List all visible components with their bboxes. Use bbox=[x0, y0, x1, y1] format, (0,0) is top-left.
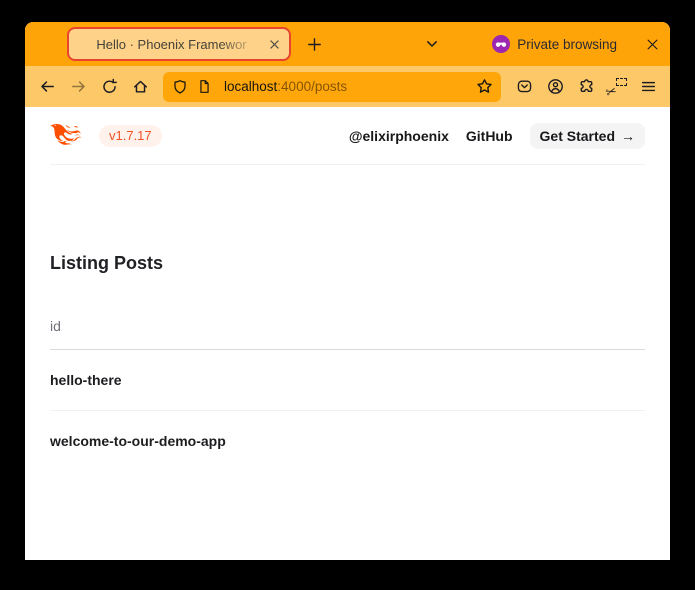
private-mask-icon bbox=[492, 35, 510, 53]
browser-window: Hello · Phoenix Framewor Private browsin… bbox=[25, 22, 670, 560]
home-button[interactable] bbox=[126, 73, 154, 101]
reload-button[interactable] bbox=[95, 73, 123, 101]
account-icon bbox=[547, 78, 564, 95]
url-host: localhost bbox=[224, 79, 277, 94]
close-icon bbox=[268, 38, 281, 51]
titlebar: Hello · Phoenix Framewor Private browsin… bbox=[25, 22, 670, 66]
puzzle-icon bbox=[578, 78, 595, 95]
posts-table: id hello-there welcome-to-our-demo-app bbox=[50, 318, 645, 471]
pocket-button[interactable] bbox=[510, 73, 538, 101]
site-info-button[interactable] bbox=[192, 74, 217, 100]
window-close-button[interactable] bbox=[638, 30, 666, 58]
version-badge: v1.7.17 bbox=[99, 125, 162, 147]
hamburger-icon bbox=[640, 78, 657, 95]
menu-button[interactable] bbox=[634, 73, 662, 101]
back-button[interactable] bbox=[33, 73, 61, 101]
column-header-id: id bbox=[50, 318, 645, 350]
phoenix-logo-link[interactable] bbox=[50, 124, 86, 148]
url-input[interactable]: localhost:4000/posts bbox=[217, 79, 472, 94]
arrow-right-icon: → bbox=[621, 128, 635, 144]
account-button[interactable] bbox=[541, 73, 569, 101]
private-browsing-indicator: Private browsing bbox=[492, 35, 617, 53]
scissors-icon: ✂ bbox=[604, 85, 618, 101]
active-tab[interactable]: Hello · Phoenix Framewor bbox=[67, 27, 291, 61]
page-content: v1.7.17 @elixirphoenix GitHub Get Starte… bbox=[25, 107, 670, 560]
plus-icon bbox=[306, 36, 323, 53]
back-icon bbox=[39, 78, 56, 95]
table-row[interactable]: welcome-to-our-demo-app bbox=[50, 410, 645, 471]
shield-icon bbox=[172, 79, 188, 95]
tab-title: Hello · Phoenix Framewor bbox=[79, 37, 264, 52]
bookmark-button[interactable] bbox=[472, 74, 497, 100]
forward-icon bbox=[70, 78, 87, 95]
nav-toolbar: localhost:4000/posts ✂ bbox=[25, 66, 670, 107]
tab-close-button[interactable] bbox=[264, 34, 284, 54]
get-started-button[interactable]: Get Started → bbox=[530, 123, 645, 149]
reload-icon bbox=[101, 78, 118, 95]
close-icon bbox=[645, 37, 660, 52]
site-header: v1.7.17 @elixirphoenix GitHub Get Starte… bbox=[50, 107, 645, 165]
scissors-screenshot-icon: ✂ bbox=[607, 78, 627, 95]
list-all-tabs-button[interactable] bbox=[418, 30, 446, 58]
get-started-label: Get Started bbox=[540, 128, 615, 144]
url-path: :4000/posts bbox=[277, 79, 347, 94]
page-icon bbox=[197, 79, 212, 94]
twitter-link[interactable]: @elixirphoenix bbox=[349, 128, 449, 144]
url-bar[interactable]: localhost:4000/posts bbox=[163, 72, 501, 102]
extensions-button[interactable] bbox=[572, 73, 600, 101]
brand: v1.7.17 bbox=[50, 124, 162, 148]
forward-button[interactable] bbox=[64, 73, 92, 101]
tracking-protection-button[interactable] bbox=[167, 74, 192, 100]
site-nav: @elixirphoenix GitHub Get Started → bbox=[349, 123, 645, 149]
table-row[interactable]: hello-there bbox=[50, 350, 645, 410]
page-title: Listing Posts bbox=[50, 250, 645, 276]
home-icon bbox=[132, 78, 149, 95]
star-icon bbox=[476, 78, 493, 95]
phoenix-logo-icon bbox=[50, 124, 86, 148]
github-link[interactable]: GitHub bbox=[466, 128, 513, 144]
private-browsing-label: Private browsing bbox=[517, 37, 617, 52]
screenshot-extension-button[interactable]: ✂ bbox=[603, 73, 631, 101]
pocket-icon bbox=[516, 78, 533, 95]
chevron-down-icon bbox=[424, 36, 440, 52]
new-tab-button[interactable] bbox=[300, 30, 328, 58]
dashed-selection-icon bbox=[616, 78, 627, 86]
